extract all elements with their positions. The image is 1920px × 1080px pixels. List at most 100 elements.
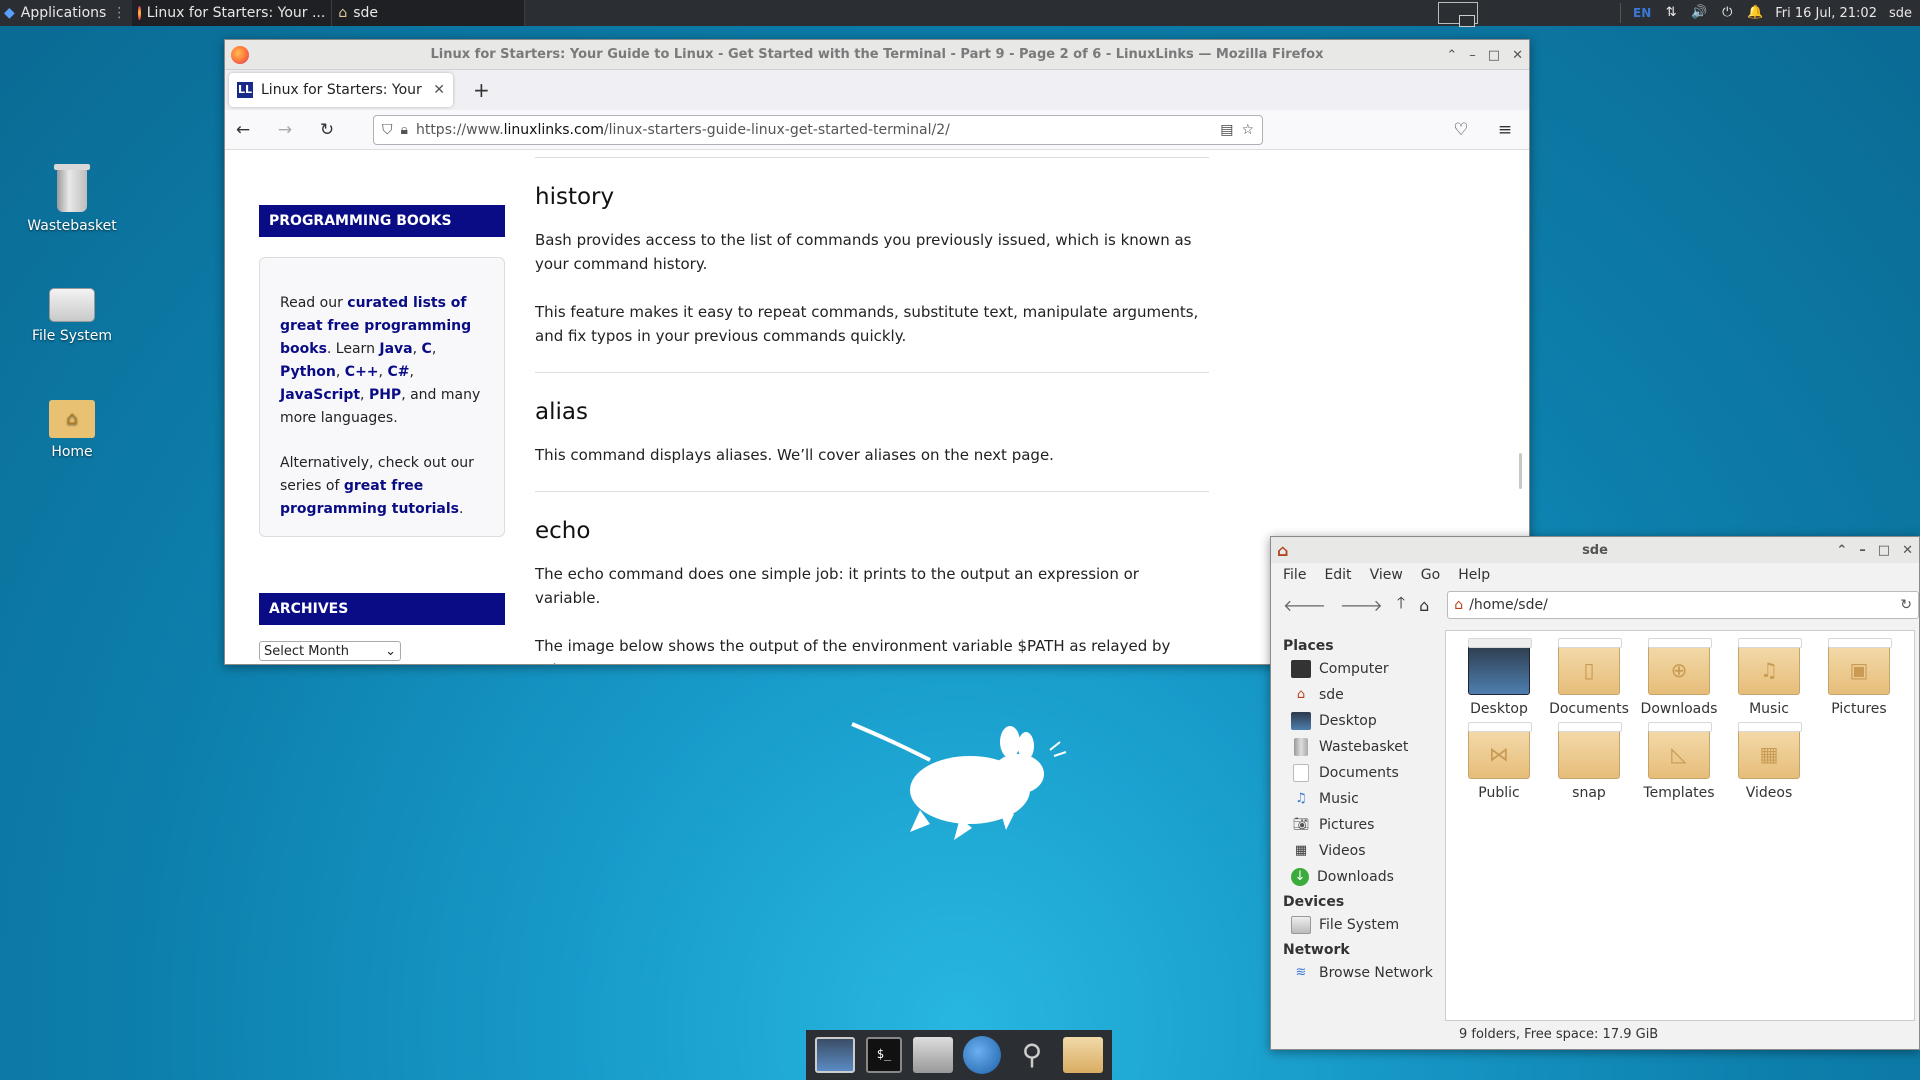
user-menu[interactable]: sde [1889, 6, 1912, 21]
chevron-down-icon: ⌄ [385, 644, 396, 659]
close-button[interactable]: ✕ [1902, 543, 1913, 558]
workspace-switcher[interactable] [1438, 2, 1478, 27]
sidebar-item-sde[interactable]: ⌂ sde [1271, 682, 1443, 708]
taskbar-firefox-button[interactable]: Linux for Starters: Your ... [132, 0, 333, 26]
desktop-icon-home[interactable]: Home [12, 400, 132, 460]
sidebar-item-wastebasket[interactable]: Wastebasket [1271, 734, 1443, 760]
panel-tray: EN ⇅ 🔊 ⏻ 🔔 Fri 16 Jul, 21:02 sde [1438, 0, 1920, 27]
close-button[interactable]: ✕ [1512, 48, 1523, 63]
notifications-icon[interactable]: 🔔 [1747, 5, 1763, 21]
applications-menu-button[interactable]: ◆ Applications ⋮ [0, 0, 132, 26]
terminal-launcher-button[interactable]: $_ [865, 1037, 902, 1073]
folder-public[interactable]: ⋈ Public [1454, 722, 1544, 801]
select-value: Select Month [264, 644, 349, 659]
menu-help[interactable]: Help [1458, 567, 1490, 583]
forward-button[interactable]: → [275, 120, 295, 140]
java-link[interactable]: Java [379, 341, 412, 357]
clock[interactable]: Fri 16 Jul, 21:02 [1775, 6, 1877, 21]
xfce-logo-icon: ◆ [4, 5, 15, 21]
reload-button[interactable]: ↻ [317, 120, 337, 140]
show-desktop-button[interactable] [815, 1037, 856, 1073]
menu-edit[interactable]: Edit [1324, 567, 1351, 583]
folder-documents[interactable]: ▯ Documents [1544, 638, 1634, 717]
location-text[interactable]: /home/sde/ [1469, 597, 1894, 613]
folder-snap[interactable]: snap [1544, 722, 1634, 801]
folder-desktop[interactable]: Desktop [1454, 638, 1544, 717]
web-browser-launcher-button[interactable] [963, 1036, 1002, 1074]
pocket-icon[interactable]: ♡ [1451, 120, 1471, 140]
reload-icon[interactable]: ↻ [1900, 597, 1912, 613]
sidebar-item-browse-network[interactable]: ≋ Browse Network [1271, 960, 1443, 986]
javascript-link[interactable]: JavaScript [280, 387, 360, 403]
power-icon[interactable]: ⏻ [1719, 5, 1735, 21]
lock-icon[interactable]: 🔒︎ [401, 122, 408, 138]
sidebar-item-filesystem[interactable]: File System [1271, 912, 1443, 938]
sidebar-item-computer[interactable]: Computer [1271, 656, 1443, 682]
top-panel: ◆ Applications ⋮ Linux for Starters: You… [0, 0, 1920, 27]
back-button[interactable]: 🡐 [1283, 595, 1326, 615]
reader-view-icon[interactable]: ▤ [1220, 122, 1233, 138]
desktop-icon-filesystem[interactable]: File System [12, 288, 132, 344]
sidebar-item-pictures[interactable]: 📷︎ Pictures [1271, 812, 1443, 838]
shade-button[interactable]: ⌃ [1446, 48, 1457, 63]
url-bar[interactable]: ⛉ 🔒︎ https://www.linuxlinks.com/linux-st… [373, 114, 1263, 145]
folder-music[interactable]: ♫ Music [1724, 638, 1814, 717]
keyboard-layout-indicator[interactable]: EN [1633, 6, 1651, 20]
minimize-button[interactable]: – [1469, 48, 1476, 63]
folder-label: snap [1572, 785, 1606, 801]
wifi-icon: ≋ [1295, 965, 1307, 980]
sidebar-item-downloads[interactable]: ↓ Downloads [1271, 864, 1443, 890]
firefox-titlebar[interactable]: Linux for Starters: Your Guide to Linux … [225, 40, 1529, 70]
folder-downloads[interactable]: ⊕ Downloads [1634, 638, 1724, 717]
back-button[interactable]: ← [233, 120, 253, 140]
sidebar-item-desktop[interactable]: Desktop [1271, 708, 1443, 734]
new-tab-button[interactable]: + [473, 78, 490, 102]
scrollbar-thumb[interactable] [1519, 453, 1522, 489]
maximize-button[interactable]: □ [1878, 543, 1890, 558]
tab-linux-for-starters[interactable]: LL Linux for Starters: Your G ✕ [229, 73, 453, 107]
network-icon[interactable]: ⇅ [1663, 5, 1679, 21]
php-link[interactable]: PHP [369, 387, 401, 403]
menu-view[interactable]: View [1370, 567, 1403, 583]
file-manager-titlebar[interactable]: ⌂ sde ⌃ – □ ✕ [1271, 537, 1919, 563]
folder-launcher-button[interactable] [1062, 1037, 1103, 1073]
hamburger-menu-icon[interactable]: ≡ [1495, 120, 1515, 140]
menu-go[interactable]: Go [1421, 567, 1440, 583]
python-link[interactable]: Python [280, 364, 336, 380]
home-button[interactable]: ⌂ [1419, 596, 1429, 615]
bookmark-star-icon[interactable]: ☆ [1241, 122, 1254, 138]
minimize-button[interactable]: – [1859, 543, 1866, 558]
folder-label: Documents [1549, 701, 1629, 717]
window-controls: ⌃ – □ ✕ [1836, 537, 1913, 563]
sidebar-item-music[interactable]: ♫ Music [1271, 786, 1443, 812]
folder-templates[interactable]: ◺ Templates [1634, 722, 1724, 801]
xfce-mouse-logo [851, 722, 1067, 840]
home-icon: ⌂ [338, 5, 348, 21]
tracking-shield-icon[interactable]: ⛉ [382, 122, 393, 138]
network-heading: Network [1283, 942, 1350, 958]
window-controls: ⌃ – □ ✕ [1446, 40, 1523, 70]
taskbar-files-button[interactable]: ⌂ sde [332, 0, 526, 26]
volume-icon[interactable]: 🔊 [1691, 5, 1707, 21]
c-link[interactable]: C [422, 341, 432, 357]
url-text[interactable]: https://www.linuxlinks.com/linux-starter… [416, 122, 1212, 138]
sidebar-item-videos[interactable]: ▦ Videos [1271, 838, 1443, 864]
folder-pictures[interactable]: ▣ Pictures [1814, 638, 1904, 717]
desktop-icon-wastebasket[interactable]: Wastebasket [12, 164, 132, 234]
desktop-folder-icon [1468, 638, 1532, 695]
menu-file[interactable]: File [1283, 567, 1306, 583]
cpp-link[interactable]: C++ [345, 364, 379, 380]
file-manager-launcher-button[interactable] [912, 1037, 953, 1073]
app-finder-launcher-button[interactable]: ⚲ [1012, 1037, 1052, 1073]
up-button[interactable]: 🡑 [1397, 592, 1405, 619]
sidebar-item-documents[interactable]: Documents [1271, 760, 1443, 786]
tab-close-icon[interactable]: ✕ [433, 82, 445, 98]
forward-button[interactable]: 🡒 [1340, 595, 1383, 615]
archives-month-select[interactable]: Select Month ⌄ [259, 641, 401, 661]
maximize-button[interactable]: □ [1488, 48, 1500, 63]
location-bar[interactable]: ⌂ /home/sde/ ↻ [1447, 591, 1919, 619]
shade-button[interactable]: ⌃ [1836, 543, 1847, 558]
applications-label: Applications [20, 5, 107, 21]
folder-videos[interactable]: ▦ Videos [1724, 722, 1814, 801]
csharp-link[interactable]: C# [387, 364, 409, 380]
